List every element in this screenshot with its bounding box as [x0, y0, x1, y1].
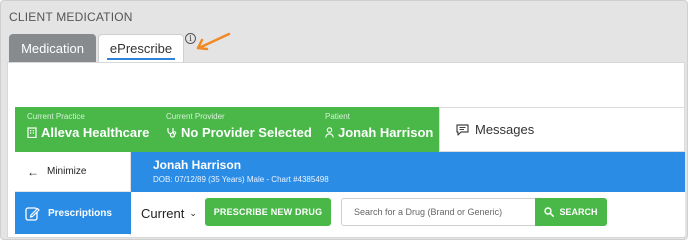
search-icon: [544, 207, 555, 217]
sidebar-item-prescriptions[interactable]: Prescriptions: [15, 192, 131, 234]
prescriptions-label: Prescriptions: [48, 207, 112, 219]
current-practice-label: Current Practice: [27, 112, 85, 121]
patient-value: Jonah Harrison: [338, 125, 434, 140]
person-icon: [325, 127, 334, 138]
minimize-button[interactable]: ← Minimize: [15, 152, 131, 192]
chevron-down-icon: ⌄: [189, 208, 197, 218]
messages-button[interactable]: Messages: [439, 107, 685, 152]
tab-eprescribe[interactable]: ePrescribe: [98, 34, 184, 62]
current-practice[interactable]: Current Practice Alleva Healthcare: [27, 112, 149, 140]
patient-label: Patient: [325, 112, 350, 121]
arrow-left-icon: ←: [27, 164, 39, 179]
patient-header: Jonah Harrison DOB: 07/12/89 (35 Years) …: [131, 152, 685, 192]
panel-title: CLIENT MEDICATION: [9, 10, 133, 24]
current-provider-value: No Provider Selected: [181, 125, 312, 140]
patient-details: DOB: 07/12/89 (35 Years) Male - Chart #4…: [153, 175, 329, 184]
stethoscope-icon: [167, 128, 177, 138]
sidebar: ← Minimize Prescriptions: [15, 152, 131, 236]
search-button[interactable]: SEARCH: [535, 198, 607, 226]
tab-eprescribe-label: ePrescribe: [109, 41, 173, 56]
current-filter-dropdown[interactable]: Current ⌄: [141, 206, 197, 221]
messages-label: Messages: [475, 122, 535, 137]
annotation-arrow-icon: [196, 32, 231, 51]
current-provider[interactable]: Current Provider No Provider Selected: [166, 112, 312, 140]
message-icon: [456, 123, 469, 136]
tab-medication-label: Medication: [21, 40, 84, 56]
search-button-label: SEARCH: [559, 207, 598, 217]
patient-info[interactable]: Patient Jonah Harrison: [325, 112, 433, 140]
current-practice-value: Alleva Healthcare: [41, 125, 150, 140]
drug-search-input[interactable]: [341, 198, 537, 226]
current-provider-label: Current Provider: [166, 112, 225, 121]
building-icon: [27, 127, 37, 138]
tab-medication[interactable]: Medication: [9, 34, 96, 62]
edit-icon: [25, 206, 40, 221]
current-filter-value: Current: [141, 206, 185, 221]
minimize-label: Minimize: [47, 166, 87, 177]
active-tab-underline: [107, 58, 175, 60]
prescribe-new-drug-button[interactable]: PRESCRIBE NEW DRUG: [205, 198, 331, 226]
prescriptions-toolbar: Current ⌄ PRESCRIBE NEW DRUG SEARCH: [131, 192, 685, 236]
patient-name: Jonah Harrison: [153, 158, 242, 172]
context-banner: Current Practice Alleva Healthcare Curre…: [15, 107, 439, 152]
